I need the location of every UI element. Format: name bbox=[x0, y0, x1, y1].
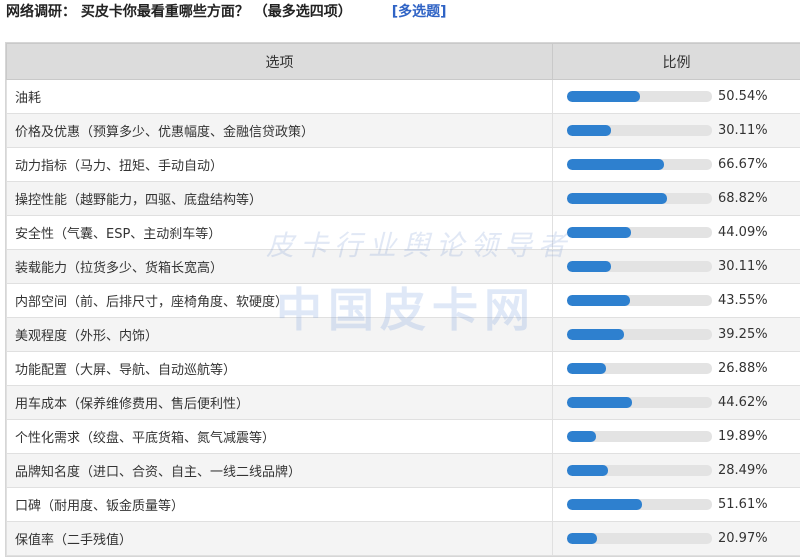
progress-fill bbox=[567, 363, 606, 374]
option-label: 美观程度（外形、内饰） bbox=[7, 318, 553, 352]
ratio-cell: 30.11% bbox=[553, 250, 800, 284]
progress-fill bbox=[567, 431, 596, 442]
option-label: 操控性能（越野能力，四驱、底盘结构等） bbox=[7, 182, 553, 216]
progress-track bbox=[567, 193, 712, 204]
progress-fill bbox=[567, 159, 664, 170]
ratio-cell: 39.25% bbox=[553, 318, 800, 352]
table-row: 个性化需求（绞盘、平底货箱、氮气减震等） 19.89% bbox=[7, 420, 800, 454]
ratio-cell: 26.88% bbox=[553, 352, 800, 386]
progress-track bbox=[567, 431, 712, 442]
progress-fill bbox=[567, 125, 611, 136]
table-row: 美观程度（外形、内饰） 39.25% bbox=[7, 318, 800, 352]
table-row: 价格及优惠（预算多少、优惠幅度、金融信贷政策） 30.11% bbox=[7, 114, 800, 148]
table-row: 动力指标（马力、扭矩、手动自动） 66.67% bbox=[7, 148, 800, 182]
progress-fill bbox=[567, 465, 608, 476]
percent-value: 19.89% bbox=[718, 429, 768, 444]
ratio-cell: 20.97% bbox=[553, 522, 800, 556]
progress-track bbox=[567, 465, 712, 476]
ratio-cell: 28.49% bbox=[553, 454, 800, 488]
survey-header: 网络调研： 买皮卡你最看重哪些方面？ （最多选四项） [多选题] bbox=[6, 0, 447, 22]
percent-value: 44.62% bbox=[718, 395, 768, 410]
progress-track bbox=[567, 499, 712, 510]
results-table: 选项 比例 油耗 50.54% 价格及优惠（预算多少、优惠幅度、金融信贷政策） 30.… bbox=[5, 42, 800, 557]
ratio-cell: 50.54% bbox=[553, 80, 800, 114]
progress-track bbox=[567, 295, 712, 306]
table-row: 保值率（二手残值） 20.97% bbox=[7, 522, 800, 556]
table-row: 安全性（气囊、ESP、主动刹车等） 44.09% bbox=[7, 216, 800, 250]
ratio-cell: 51.61% bbox=[553, 488, 800, 522]
progress-track bbox=[567, 533, 712, 544]
progress-track bbox=[567, 91, 712, 102]
progress-fill bbox=[567, 193, 667, 204]
ratio-cell: 44.62% bbox=[553, 386, 800, 420]
option-label: 动力指标（马力、扭矩、手动自动） bbox=[7, 148, 553, 182]
option-label: 内部空间（前、后排尺寸，座椅角度、软硬度） bbox=[7, 284, 553, 318]
column-header-option: 选项 bbox=[7, 44, 553, 80]
ratio-cell: 68.82% bbox=[553, 182, 800, 216]
table-row: 用车成本（保养维修费用、售后便利性） 44.62% bbox=[7, 386, 800, 420]
percent-value: 30.11% bbox=[718, 123, 768, 138]
table-row: 装载能力（拉货多少、货箱长宽高） 30.11% bbox=[7, 250, 800, 284]
percent-value: 39.25% bbox=[718, 327, 768, 342]
percent-value: 68.82% bbox=[718, 191, 768, 206]
ratio-cell: 19.89% bbox=[553, 420, 800, 454]
percent-value: 44.09% bbox=[718, 225, 768, 240]
progress-track bbox=[567, 125, 712, 136]
table-row: 功能配置（大屏、导航、自动巡航等） 26.88% bbox=[7, 352, 800, 386]
multi-select-tag[interactable]: [多选题] bbox=[392, 1, 447, 21]
progress-track bbox=[567, 363, 712, 374]
ratio-cell: 66.67% bbox=[553, 148, 800, 182]
table-row: 内部空间（前、后排尺寸，座椅角度、软硬度） 43.55% bbox=[7, 284, 800, 318]
percent-value: 43.55% bbox=[718, 293, 768, 308]
table-row: 口碑（耐用度、钣金质量等） 51.61% bbox=[7, 488, 800, 522]
column-header-ratio: 比例 bbox=[553, 44, 800, 80]
option-label: 用车成本（保养维修费用、售后便利性） bbox=[7, 386, 553, 420]
progress-fill bbox=[567, 499, 642, 510]
progress-fill bbox=[567, 261, 611, 272]
table-row: 油耗 50.54% bbox=[7, 80, 800, 114]
progress-track bbox=[567, 261, 712, 272]
survey-title: 网络调研： 买皮卡你最看重哪些方面？ （最多选四项） bbox=[6, 1, 352, 21]
table-row: 品牌知名度（进口、合资、自主、一线二线品牌） 28.49% bbox=[7, 454, 800, 488]
ratio-cell: 44.09% bbox=[553, 216, 800, 250]
percent-value: 51.61% bbox=[718, 497, 768, 512]
progress-track bbox=[567, 397, 712, 408]
option-label: 个性化需求（绞盘、平底货箱、氮气减震等） bbox=[7, 420, 553, 454]
percent-value: 20.97% bbox=[718, 531, 768, 546]
percent-value: 26.88% bbox=[718, 361, 768, 376]
option-label: 油耗 bbox=[7, 80, 553, 114]
progress-track bbox=[567, 159, 712, 170]
progress-fill bbox=[567, 91, 640, 102]
percent-value: 50.54% bbox=[718, 89, 768, 104]
table-header-row: 选项 比例 bbox=[7, 44, 800, 80]
option-label: 装载能力（拉货多少、货箱长宽高） bbox=[7, 250, 553, 284]
progress-fill bbox=[567, 329, 624, 340]
ratio-cell: 30.11% bbox=[553, 114, 800, 148]
progress-track bbox=[567, 227, 712, 238]
percent-value: 28.49% bbox=[718, 463, 768, 478]
progress-fill bbox=[567, 227, 631, 238]
option-label: 品牌知名度（进口、合资、自主、一线二线品牌） bbox=[7, 454, 553, 488]
percent-value: 30.11% bbox=[718, 259, 768, 274]
progress-fill bbox=[567, 295, 630, 306]
table-row: 操控性能（越野能力，四驱、底盘结构等） 68.82% bbox=[7, 182, 800, 216]
option-label: 保值率（二手残值） bbox=[7, 522, 553, 556]
progress-fill bbox=[567, 397, 632, 408]
progress-track bbox=[567, 329, 712, 340]
option-label: 口碑（耐用度、钣金质量等） bbox=[7, 488, 553, 522]
option-label: 功能配置（大屏、导航、自动巡航等） bbox=[7, 352, 553, 386]
progress-fill bbox=[567, 533, 597, 544]
option-label: 安全性（气囊、ESP、主动刹车等） bbox=[7, 216, 553, 250]
percent-value: 66.67% bbox=[718, 157, 768, 172]
option-label: 价格及优惠（预算多少、优惠幅度、金融信贷政策） bbox=[7, 114, 553, 148]
ratio-cell: 43.55% bbox=[553, 284, 800, 318]
